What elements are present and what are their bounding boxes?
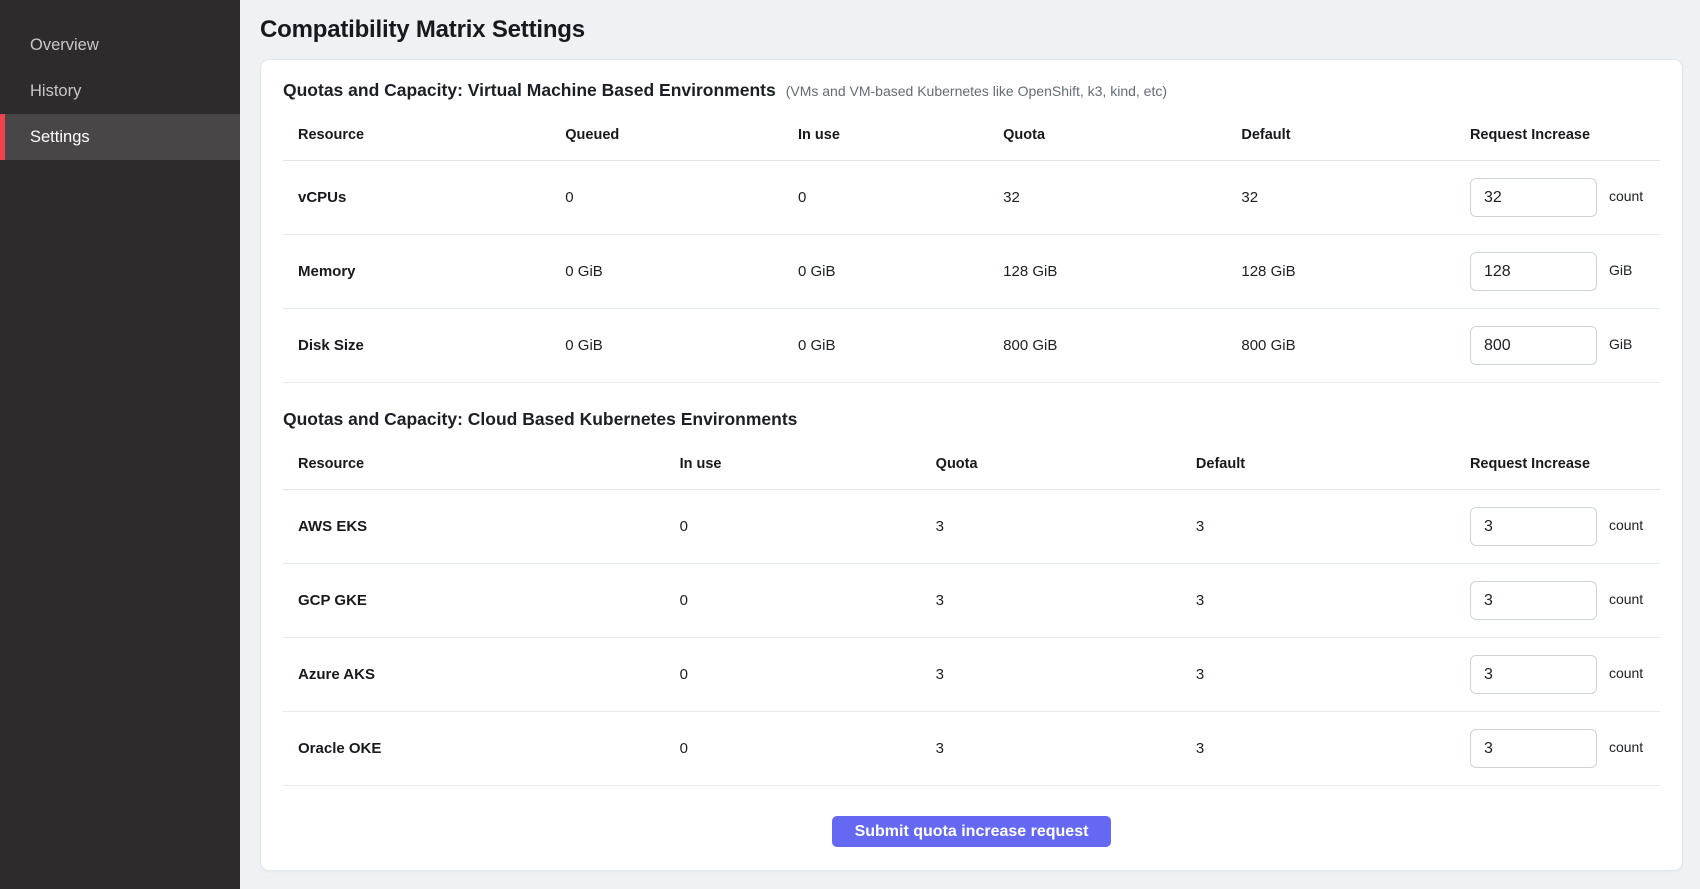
sidebar-item-label: History [30, 82, 81, 101]
cell-value: 800 GiB [1241, 337, 1470, 354]
main-content: Compatibility Matrix Settings Quotas and… [240, 0, 1700, 889]
cell-value: 0 [680, 518, 936, 535]
column-header-quota: Quota [1003, 127, 1241, 143]
cell-value: 3 [936, 666, 1196, 683]
section-title: Quotas and Capacity: Cloud Based Kuberne… [283, 409, 797, 430]
section-title: Quotas and Capacity: Virtual Machine Bas… [283, 80, 776, 101]
cell-value: 3 [1196, 592, 1470, 609]
submit-quota-increase-button[interactable]: Submit quota increase request [832, 816, 1112, 847]
request-increase-cell: count [1470, 581, 1660, 620]
cell-value: 32 [1003, 189, 1241, 206]
quota-sections: Quotas and Capacity: Virtual Machine Bas… [283, 80, 1660, 786]
request-increase-input-vcpus[interactable] [1470, 178, 1597, 217]
request-increase-cell: count [1470, 178, 1660, 217]
resource-name: AWS EKS [283, 518, 680, 535]
cell-value: 3 [936, 518, 1196, 535]
table-row: Azure AKS033count [283, 638, 1660, 712]
cell-value: 3 [936, 592, 1196, 609]
sidebar-item-overview[interactable]: Overview [0, 22, 240, 68]
resource-name: vCPUs [283, 189, 565, 206]
unit-label: count [1609, 739, 1643, 755]
column-header-resource: Resource [283, 127, 565, 143]
request-increase-cell: GiB [1470, 326, 1660, 365]
settings-card: Quotas and Capacity: Virtual Machine Bas… [260, 59, 1683, 871]
request-increase-input-aws-eks[interactable] [1470, 507, 1597, 546]
request-increase-input-memory[interactable] [1470, 252, 1597, 291]
table-row: Memory0 GiB0 GiB128 GiB128 GiBGiB [283, 235, 1660, 309]
cell-value: 0 [565, 189, 798, 206]
cell-value: 0 [680, 666, 936, 683]
sidebar-item-history[interactable]: History [0, 68, 240, 114]
table-row: Disk Size0 GiB0 GiB800 GiB800 GiBGiB [283, 309, 1660, 383]
table-row: GCP GKE033count [283, 564, 1660, 638]
page-title: Compatibility Matrix Settings [260, 16, 1683, 44]
sidebar-item-label: Settings [30, 128, 90, 147]
unit-label: GiB [1609, 336, 1632, 352]
request-increase-cell: count [1470, 655, 1660, 694]
cell-value: 3 [936, 740, 1196, 757]
request-increase-input-oracle-oke[interactable] [1470, 729, 1597, 768]
resource-name: Memory [283, 263, 565, 280]
cell-value: 0 [680, 740, 936, 757]
column-header-in-use: In use [680, 456, 936, 472]
quota-section-2: Quotas and Capacity: Cloud Based Kuberne… [283, 409, 1660, 786]
cell-value: 3 [1196, 666, 1470, 683]
cell-value: 0 [798, 189, 1003, 206]
app-root: Overview History Settings Compatibility Ma… [0, 0, 1700, 889]
resource-name: GCP GKE [283, 592, 680, 609]
cell-value: 800 GiB [1003, 337, 1241, 354]
request-increase-input-disk-size[interactable] [1470, 326, 1597, 365]
resource-name: Oracle OKE [283, 740, 680, 757]
quota-section-1: Quotas and Capacity: Virtual Machine Bas… [283, 80, 1660, 383]
unit-label: count [1609, 517, 1643, 533]
cell-value: 0 GiB [565, 337, 798, 354]
table-header-row: ResourceQueuedIn useQuotaDefaultRequest … [283, 109, 1660, 161]
cell-value: 0 GiB [565, 263, 798, 280]
unit-label: count [1609, 591, 1643, 607]
table-header-row: ResourceIn useQuotaDefaultRequest Increa… [283, 438, 1660, 490]
column-header-quota: Quota [936, 456, 1196, 472]
section-title-row: Quotas and Capacity: Cloud Based Kuberne… [283, 409, 1660, 430]
request-increase-cell: count [1470, 507, 1660, 546]
cell-value: 3 [1196, 740, 1470, 757]
sidebar-item-settings[interactable]: Settings [0, 114, 240, 160]
column-header-in-use: In use [798, 127, 1003, 143]
request-increase-input-azure-aks[interactable] [1470, 655, 1597, 694]
request-increase-cell: GiB [1470, 252, 1660, 291]
request-increase-cell: count [1470, 729, 1660, 768]
cell-value: 3 [1196, 518, 1470, 535]
column-header-queued: Queued [565, 127, 798, 143]
cell-value: 0 GiB [798, 263, 1003, 280]
resource-name: Azure AKS [283, 666, 680, 683]
table-row: vCPUs003232count [283, 161, 1660, 235]
sidebar-item-label: Overview [30, 36, 99, 55]
table-row: AWS EKS033count [283, 490, 1660, 564]
cell-value: 0 GiB [798, 337, 1003, 354]
table-row: Oracle OKE033count [283, 712, 1660, 786]
column-header-default: Default [1241, 127, 1470, 143]
section-subtitle: (VMs and VM-based Kubernetes like OpenSh… [786, 83, 1167, 99]
unit-label: GiB [1609, 262, 1632, 278]
request-increase-input-gcp-gke[interactable] [1470, 581, 1597, 620]
cell-value: 32 [1241, 189, 1470, 206]
column-header-default: Default [1196, 456, 1470, 472]
section-title-row: Quotas and Capacity: Virtual Machine Bas… [283, 80, 1660, 101]
unit-label: count [1609, 665, 1643, 681]
resource-name: Disk Size [283, 337, 565, 354]
column-header-resource: Resource [283, 456, 680, 472]
button-row: Submit quota increase request [283, 816, 1660, 847]
cell-value: 128 GiB [1003, 263, 1241, 280]
column-header-request-increase: Request Increase [1470, 127, 1660, 143]
cell-value: 128 GiB [1241, 263, 1470, 280]
cell-value: 0 [680, 592, 936, 609]
column-header-request-increase: Request Increase [1470, 456, 1660, 472]
unit-label: count [1609, 188, 1643, 204]
sidebar: Overview History Settings [0, 0, 240, 889]
